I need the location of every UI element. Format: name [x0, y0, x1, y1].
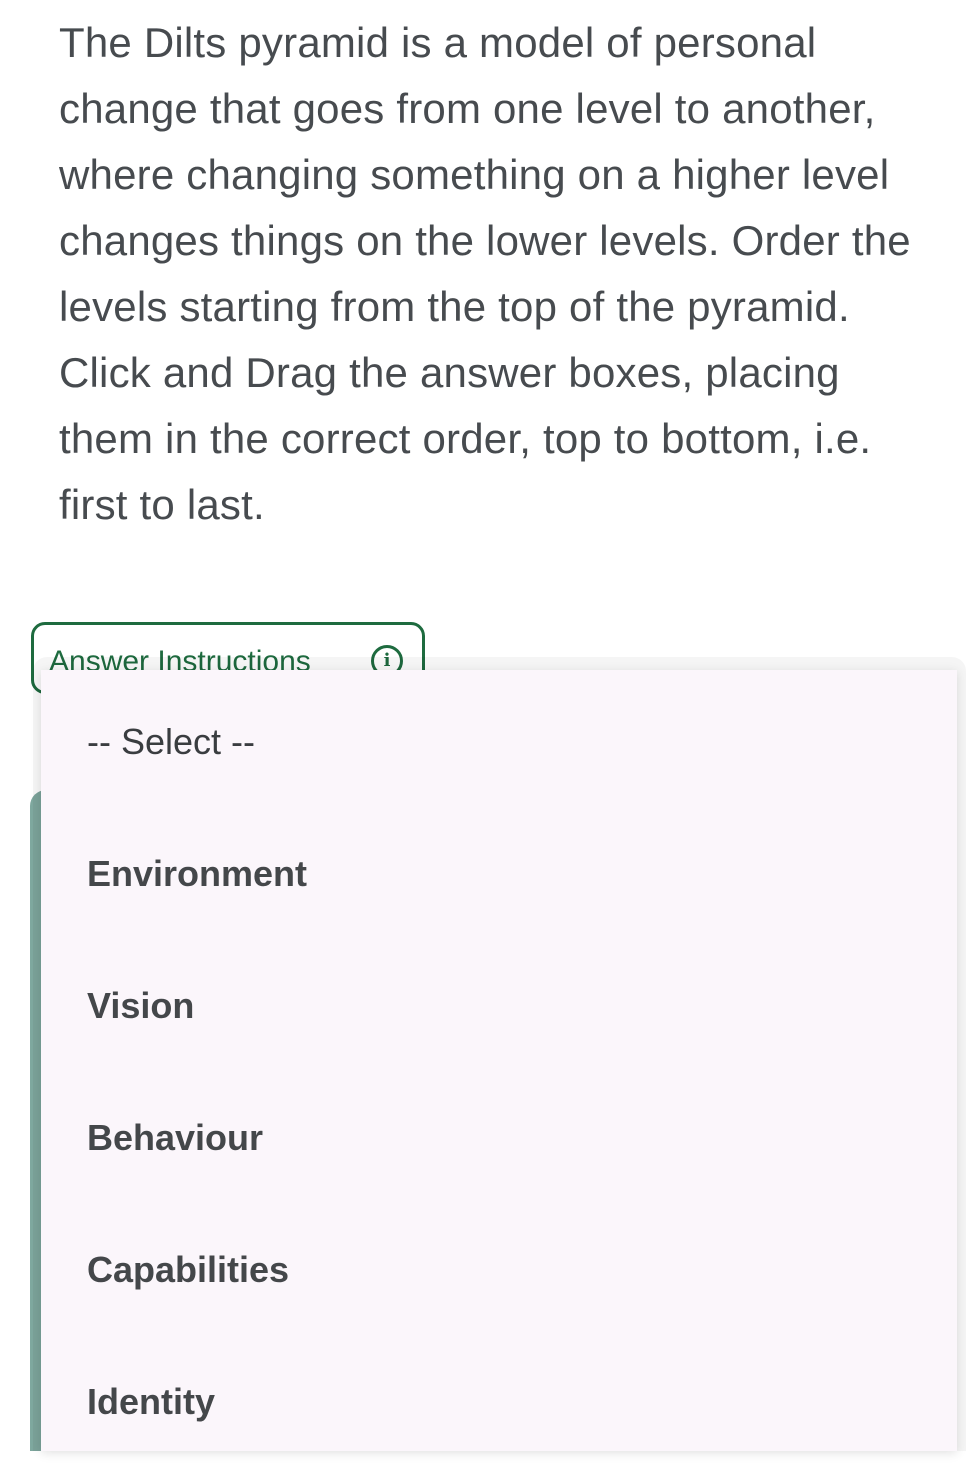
option-select-placeholder[interactable]: -- Select --	[41, 676, 957, 808]
option-label: Capabilities	[87, 1249, 290, 1290]
option-behaviour[interactable]: Behaviour	[41, 1072, 957, 1204]
option-capabilities[interactable]: Capabilities	[41, 1204, 957, 1336]
option-vision[interactable]: Vision	[41, 940, 957, 1072]
option-label: Environment	[87, 853, 308, 894]
question-text: The Dilts pyramid is a model of personal…	[59, 19, 911, 528]
level-select-dropdown: -- Select -- Environment Vision Behaviou…	[41, 670, 957, 1451]
option-environment[interactable]: Environment	[41, 808, 957, 940]
option-label: Vision	[87, 985, 195, 1026]
option-label: Identity	[87, 1381, 216, 1422]
option-identity[interactable]: Identity	[41, 1336, 957, 1468]
option-label: Behaviour	[87, 1117, 264, 1158]
option-label: -- Select --	[87, 721, 256, 762]
